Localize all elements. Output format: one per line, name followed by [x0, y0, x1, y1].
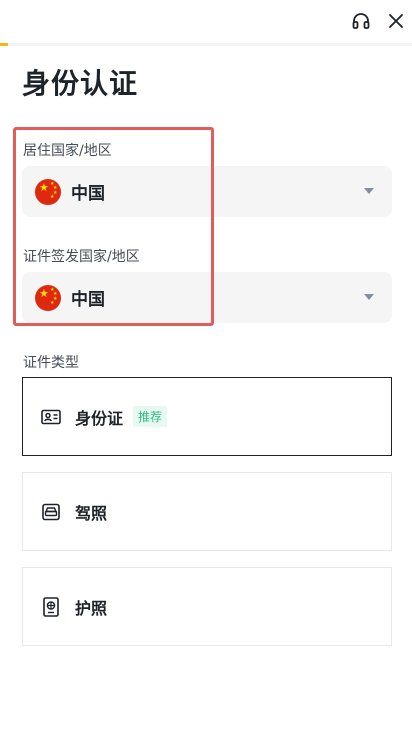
document-option-label: 驾照: [75, 503, 108, 523]
identity-verification-screen: 身份认证 居住国家/地区 ★ ★ ★ ★ ★ 中国 证件签发国家/地区 ★ ★ ★ ★ ★ …: [0, 0, 412, 735]
recommended-badge: 推荐: [133, 406, 168, 427]
driver-license-icon: [41, 502, 61, 522]
document-type-label: 证件类型: [23, 355, 79, 371]
progress-fill: [0, 43, 9, 46]
issuing-country-select[interactable]: ★ ★ ★ ★ ★ 中国: [22, 272, 392, 323]
residence-country-value: 中国: [71, 184, 105, 204]
close-icon[interactable]: [385, 10, 407, 32]
issuing-country-label: 证件签发国家/地区: [23, 249, 140, 265]
id-card-icon: [41, 407, 61, 427]
residence-country-select[interactable]: ★ ★ ★ ★ ★ 中国: [22, 166, 392, 217]
document-option-driver-license[interactable]: 驾照: [22, 472, 392, 551]
page-title: 身份认证: [22, 67, 139, 100]
passport-icon: [41, 596, 61, 617]
residence-country-label: 居住国家/地区: [23, 143, 112, 159]
chevron-down-icon: [364, 188, 374, 194]
progress-bar: [0, 43, 412, 46]
document-option-label: 身份证: [75, 408, 124, 428]
document-option-passport[interactable]: 护照: [22, 567, 392, 646]
headset-icon[interactable]: [350, 10, 372, 32]
issuing-country-value: 中国: [71, 290, 105, 310]
top-bar: [0, 0, 412, 46]
china-flag-icon: ★ ★ ★ ★ ★: [35, 284, 61, 311]
china-flag-icon: ★ ★ ★ ★ ★: [35, 178, 61, 205]
chevron-down-icon: [364, 294, 374, 300]
document-option-id-card[interactable]: 身份证 推荐: [22, 377, 392, 456]
document-option-label: 护照: [75, 598, 108, 618]
